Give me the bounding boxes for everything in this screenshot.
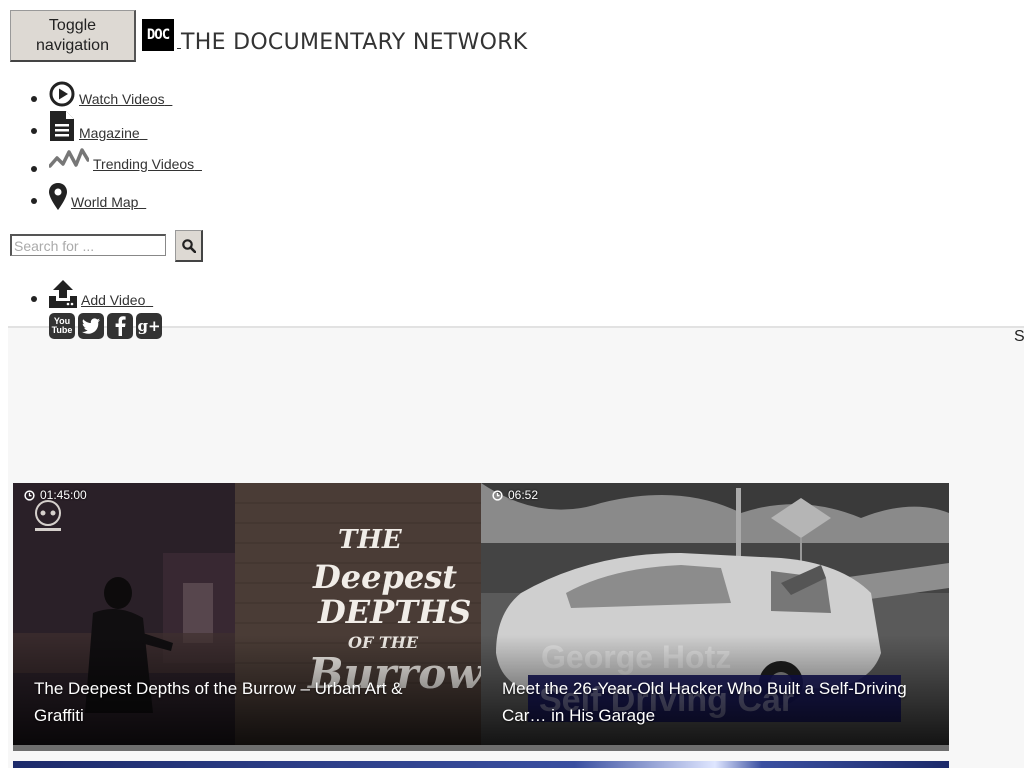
- nav-item-trending-videos[interactable]: Trending Videos: [49, 146, 202, 172]
- trending-icon: [49, 148, 89, 168]
- video-card[interactable]: THE Deepest DEPTHS OF THE Burrow 01:45:0…: [13, 483, 481, 745]
- video-card[interactable]: George Hotz Self Driving Car 06:52 Meet …: [481, 483, 949, 745]
- nav-bullet: [31, 128, 37, 134]
- play-circle-icon: [49, 81, 75, 107]
- google-plus-icon[interactable]: g+: [136, 313, 162, 339]
- card-row-divider: [13, 745, 949, 751]
- nav-label[interactable]: Magazine: [79, 125, 140, 141]
- search-button[interactable]: [175, 230, 203, 262]
- twitter-icon[interactable]: [78, 313, 104, 339]
- add-video-link[interactable]: Add Video: [49, 280, 153, 308]
- svg-text:THE: THE: [338, 525, 403, 555]
- youtube-icon[interactable]: You Tube: [49, 313, 75, 339]
- nav-bullet: [31, 96, 37, 102]
- toggle-navigation-button[interactable]: Toggle navigation: [10, 10, 136, 62]
- nav-bullet: [31, 198, 37, 204]
- facebook-icon[interactable]: [107, 313, 133, 339]
- next-video-card-thumbnail[interactable]: [13, 761, 949, 768]
- add-video-label[interactable]: Add Video: [81, 292, 145, 308]
- nav-label[interactable]: Watch Videos: [79, 91, 165, 107]
- social-links: You Tube g+: [49, 313, 162, 339]
- site-logo: DOC: [142, 19, 174, 51]
- video-duration: 06:52: [492, 488, 538, 502]
- site-name: THE DOCUMENTARY NETWORK: [177, 32, 528, 54]
- upload-icon: [49, 280, 77, 308]
- video-duration: 01:45:00: [24, 488, 87, 502]
- video-title[interactable]: Meet the 26-Year-Old Hacker Who Built a …: [502, 675, 909, 729]
- svg-text:DEPTHS: DEPTHS: [317, 593, 471, 631]
- nav-label[interactable]: World Map: [71, 194, 138, 210]
- clock-icon: [492, 489, 503, 501]
- nav-item-watch-videos[interactable]: Watch Videos: [49, 81, 172, 107]
- map-marker-icon: [49, 183, 67, 210]
- site-brand-link[interactable]: DOC THE DOCUMENTARY NETWORK: [142, 19, 528, 54]
- nav-label[interactable]: Trending Videos: [93, 156, 194, 172]
- duration-text: 01:45:00: [40, 488, 87, 502]
- duration-text: 06:52: [508, 488, 539, 502]
- video-title[interactable]: The Deepest Depths of the Burrow – Urban…: [34, 675, 441, 729]
- nav-item-world-map[interactable]: World Map: [49, 183, 146, 210]
- document-icon: [50, 111, 74, 141]
- search-input[interactable]: [10, 234, 166, 256]
- side-label: S: [1014, 328, 1024, 345]
- nav-bullet: [31, 166, 37, 172]
- nav-bullet: [31, 296, 37, 302]
- search-icon: [181, 238, 196, 253]
- clock-icon: [24, 489, 35, 501]
- svg-text:Deepest: Deepest: [312, 558, 457, 596]
- nav-item-magazine[interactable]: Magazine: [49, 111, 147, 141]
